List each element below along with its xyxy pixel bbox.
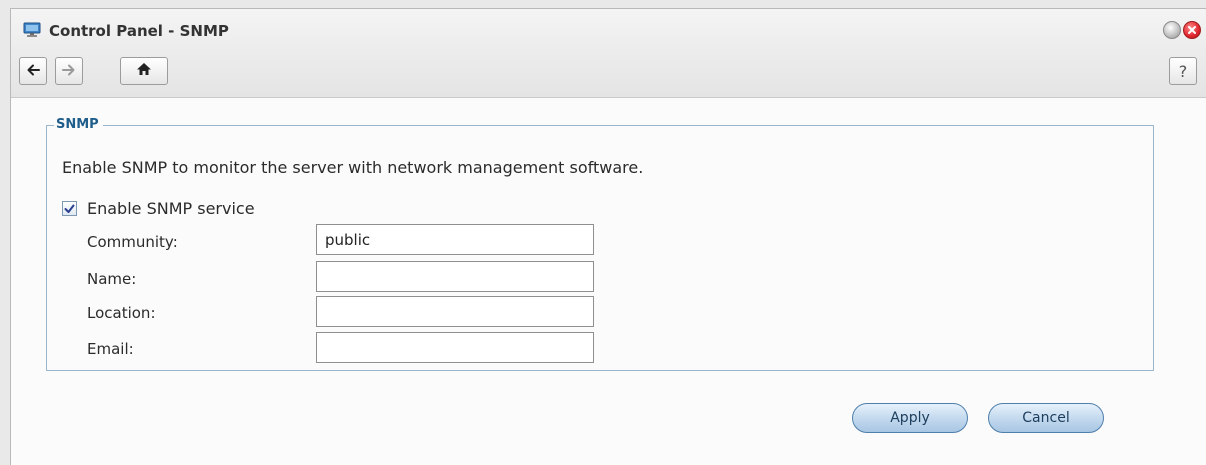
email-label: Email: (87, 340, 134, 358)
control-panel-icon (23, 22, 41, 38)
arrow-left-icon (26, 62, 40, 80)
home-button[interactable] (120, 57, 168, 85)
name-input[interactable] (316, 261, 594, 292)
apply-button[interactable]: Apply (852, 403, 968, 433)
close-icon (1187, 25, 1197, 35)
help-icon: ? (1178, 61, 1188, 81)
community-input[interactable] (316, 224, 594, 255)
snmp-description: Enable SNMP to monitor the server with n… (62, 158, 644, 177)
location-label: Location: (87, 304, 156, 322)
community-label: Community: (87, 233, 178, 251)
name-label: Name: (87, 270, 137, 288)
help-button[interactable]: ? (1169, 57, 1197, 85)
window-title: Control Panel - SNMP (49, 22, 229, 40)
close-button[interactable] (1183, 21, 1201, 39)
cancel-button[interactable]: Cancel (988, 403, 1104, 433)
snmp-legend: SNMP (54, 117, 103, 132)
title-bar: Control Panel - SNMP ? (11, 9, 1206, 98)
location-input[interactable] (316, 296, 594, 327)
enable-snmp-checkbox[interactable] (62, 201, 77, 216)
minimize-button[interactable] (1163, 21, 1181, 39)
email-input[interactable] (316, 332, 594, 363)
forward-button[interactable] (55, 57, 83, 85)
arrow-right-icon (62, 62, 76, 80)
checkmark-icon (64, 200, 75, 218)
enable-snmp-label[interactable]: Enable SNMP service (87, 199, 255, 218)
home-icon (136, 62, 152, 80)
back-button[interactable] (19, 57, 47, 85)
